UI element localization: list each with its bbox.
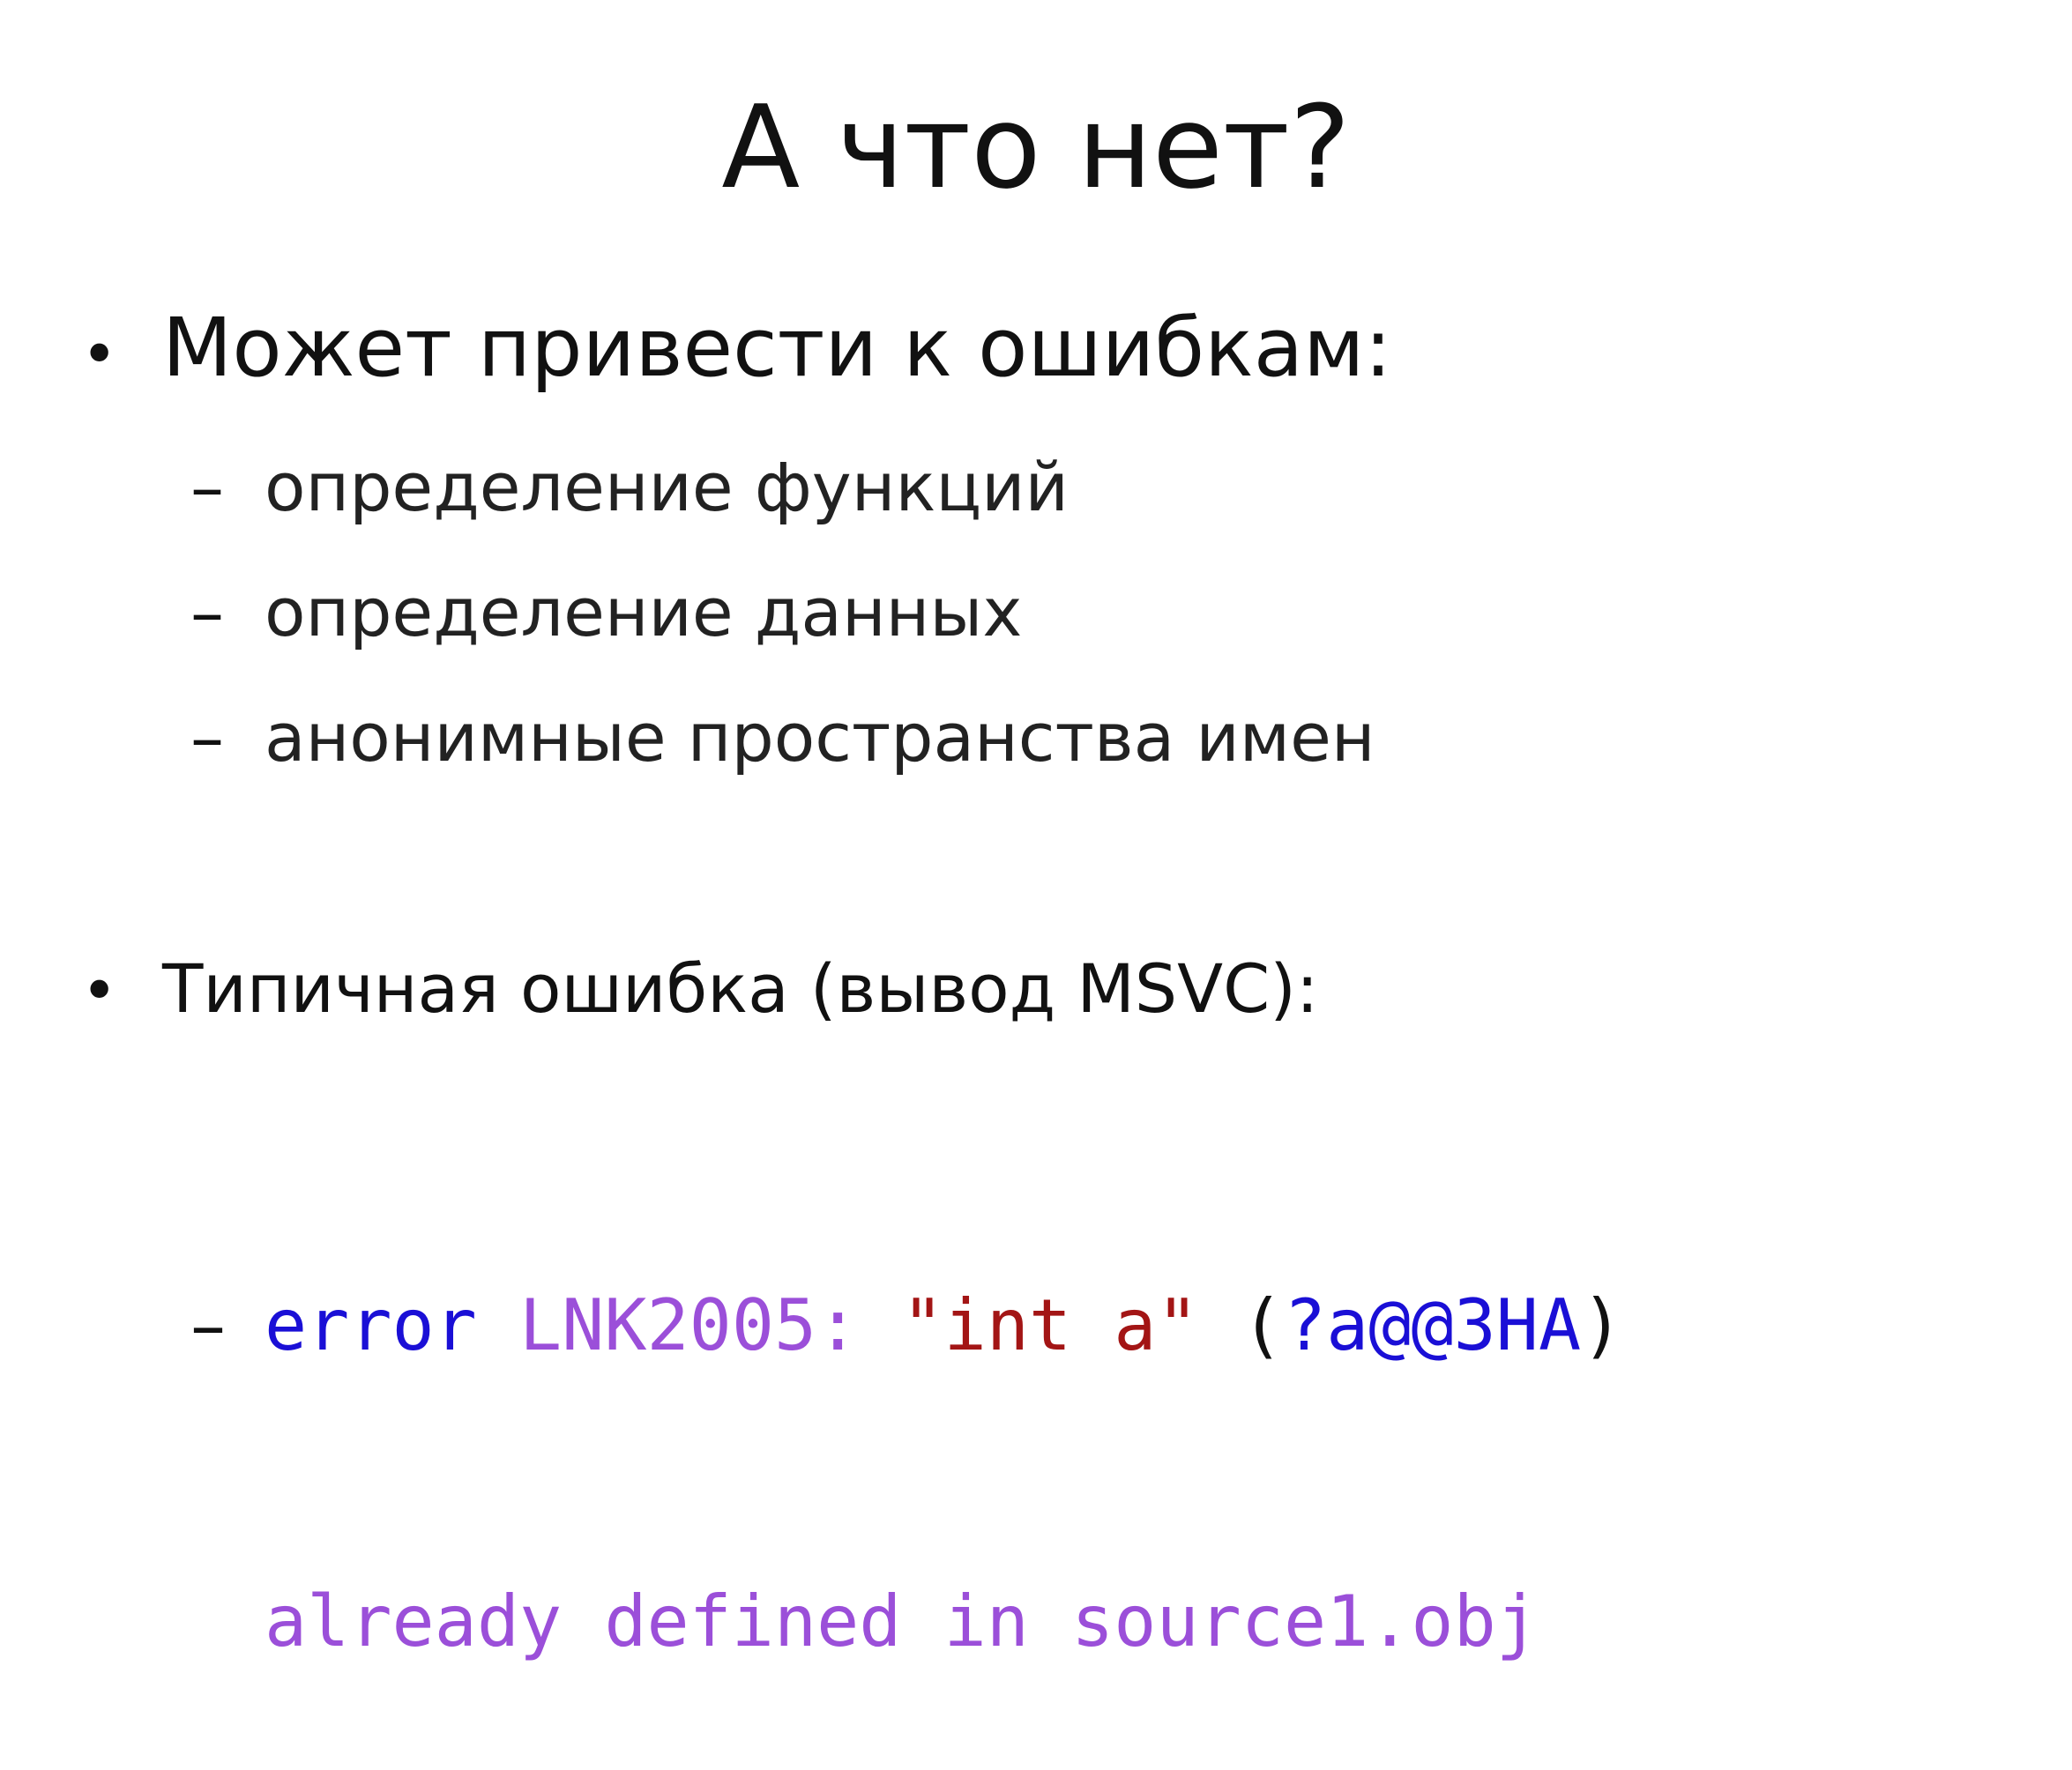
dash-marker: – — [190, 1284, 226, 1366]
error-message-code: – error LNK2005: "int a" (?a@@3HA) alread… — [190, 1079, 1623, 1770]
dash-marker: – — [190, 698, 224, 777]
code-line-1-token: ) — [1581, 1284, 1624, 1366]
code-line-2-token: already defined in source1.obj — [265, 1580, 1539, 1662]
subitem-anonymous-namespaces: – анонимные пространства имен — [190, 694, 1375, 782]
code-line-1-token: "int a" — [901, 1284, 1199, 1366]
subitem-text: определение функций — [265, 448, 1069, 526]
code-line-1-token — [477, 1284, 519, 1366]
code-line-1: – error LNK2005: "int a" (?a@@3HA) — [190, 1276, 1623, 1375]
code-line-1-token: LNK2005: — [519, 1284, 860, 1366]
code-line-1-token: error — [265, 1284, 477, 1366]
code-line-1-tokens: error LNK2005: "int a" (?a@@3HA) — [265, 1284, 1623, 1366]
bullet-text: Типичная ошибка (вывод MSVC): — [162, 949, 1319, 1028]
bullet-item-typical-error: • Типичная ошибка (вывод MSVC): — [81, 945, 1318, 1035]
slide-title: А что нет? — [721, 80, 1351, 214]
code-line-2-tokens: already defined in source1.obj — [265, 1580, 1539, 1662]
code-line-1-token — [859, 1284, 901, 1366]
subitem-function-definition: – определение функций — [190, 443, 1069, 532]
code-line-2: already defined in source1.obj — [190, 1573, 1623, 1671]
dash-marker: – — [190, 573, 224, 651]
bullet-text: Может привести к ошибкам: — [162, 301, 1392, 395]
subitem-data-definition: – определение данных — [190, 569, 1022, 657]
dash-marker: – — [190, 448, 224, 526]
subitem-text: определение данных — [265, 573, 1023, 651]
bullet-item-errors: • Может привести к ошибкам: — [81, 300, 1392, 403]
bullet-marker: • — [81, 318, 118, 390]
code-line-1-token: ( — [1198, 1284, 1284, 1366]
code-line-1-token: ?a@@3HA — [1283, 1284, 1582, 1366]
subitem-text: анонимные пространства имен — [265, 698, 1375, 777]
bullet-marker: • — [81, 955, 118, 1027]
